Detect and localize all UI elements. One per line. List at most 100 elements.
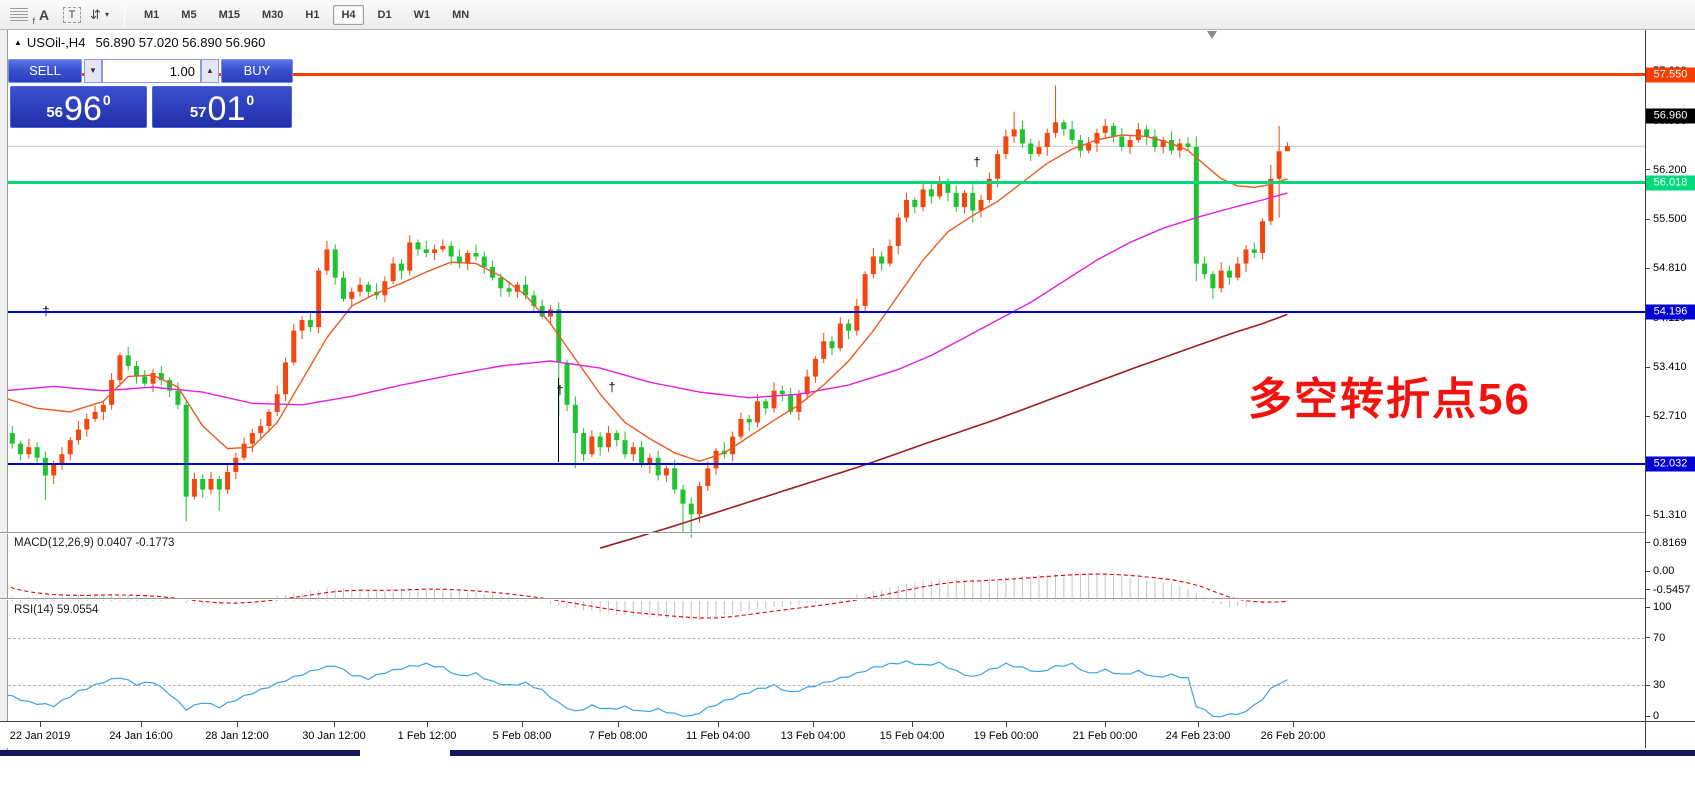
time-tick xyxy=(912,722,913,727)
macd-signal-layer xyxy=(4,574,1287,618)
time-tick xyxy=(618,722,619,727)
buy-price-display[interactable]: 57010 xyxy=(152,86,292,128)
time-tick-label: 30 Jan 12:00 xyxy=(302,730,366,742)
chevron-down-icon: ▾ xyxy=(105,10,110,19)
sell-price-big: 96 xyxy=(64,94,102,124)
time-tick xyxy=(522,722,523,727)
price-tick xyxy=(1646,219,1650,220)
tf-button-w1[interactable]: W1 xyxy=(406,5,439,25)
time-tick xyxy=(1198,722,1199,727)
price-tick-label: 52.710 xyxy=(1653,410,1687,422)
buy-button[interactable]: BUY xyxy=(221,59,293,83)
macd-axis-label: -0.5457 xyxy=(1653,584,1690,596)
pane-separator-macd[interactable] xyxy=(0,532,1695,534)
chart-annotation-text[interactable]: 多空转折点56 xyxy=(1248,363,1531,427)
tf-button-m1[interactable]: M1 xyxy=(136,5,167,25)
price-tick-label: 55.500 xyxy=(1653,213,1687,225)
volume-decrease-button[interactable]: ▼ xyxy=(84,59,102,83)
text-label-box: T xyxy=(63,7,81,23)
symbol-title: USOil-,H4 xyxy=(27,35,86,50)
price-axis[interactable]: 57.60056.90056.20055.50054.81054.11053.4… xyxy=(1646,30,1695,748)
time-tick-label: 15 Feb 04:00 xyxy=(880,730,945,742)
tf-button-m5[interactable]: M5 xyxy=(173,5,204,25)
volume-input[interactable] xyxy=(102,59,201,83)
price-tick xyxy=(1646,268,1650,269)
tf-button-d1[interactable]: D1 xyxy=(370,5,400,25)
price-badge-56.018: 56.018 xyxy=(1646,175,1695,190)
rsi-level-30 xyxy=(8,685,1645,686)
tf-button-h4-active[interactable]: H4 xyxy=(333,5,363,25)
time-tick xyxy=(1006,722,1007,727)
pane-separator-rsi[interactable] xyxy=(0,598,1695,600)
buy-price-big: 01 xyxy=(208,94,246,124)
indicator-grid-letter: f xyxy=(32,16,35,26)
time-tick-label: 1 Feb 12:00 xyxy=(398,730,457,742)
time-tick xyxy=(40,722,41,727)
rsi-tick xyxy=(1646,716,1650,717)
sell-button[interactable]: SELL xyxy=(8,59,82,83)
time-axis[interactable]: 22 Jan 201924 Jan 16:0028 Jan 12:0030 Ja… xyxy=(0,722,1695,748)
time-tick-label: 7 Feb 08:00 xyxy=(589,730,648,742)
time-tick-label: 28 Jan 12:00 xyxy=(205,730,269,742)
arrow-mark-object[interactable]: † xyxy=(973,155,980,170)
rsi-label: RSI(14) 59.0554 xyxy=(14,604,98,616)
macd-tick xyxy=(1646,589,1650,590)
rsi-axis-label: 100 xyxy=(1653,601,1671,613)
one-click-trade-panel: SELL ▼ ▲ BUY 56960 57010 xyxy=(8,59,293,129)
price-badge-54.196: 54.196 xyxy=(1646,304,1695,319)
macd-tick xyxy=(1646,542,1650,543)
chart-header: ▲USOil-,H456.890 57.020 56.890 56.960 xyxy=(14,35,265,50)
time-tick-label: 11 Feb 04:00 xyxy=(686,730,750,742)
volume-increase-button[interactable]: ▲ xyxy=(201,59,219,83)
hline-object-56.018[interactable] xyxy=(8,181,1645,184)
sell-price-display[interactable]: 56960 xyxy=(10,86,147,128)
tf-button-h1[interactable]: H1 xyxy=(297,5,327,25)
window-left-frame xyxy=(0,30,8,756)
chart-shift-marker[interactable] xyxy=(1207,31,1217,39)
price-badge-57.550: 57.550 xyxy=(1646,67,1695,82)
time-tick xyxy=(237,722,238,727)
indicators-icon[interactable]: f xyxy=(2,4,28,26)
arrows-tool-icon[interactable]: ⇵ ▾ xyxy=(88,4,112,26)
hline-object-54.196[interactable] xyxy=(8,311,1645,313)
rsi-axis-label: 70 xyxy=(1653,632,1665,644)
sell-price-small: 56 xyxy=(46,104,63,121)
rsi-line-layer xyxy=(4,661,1287,717)
toolbar-separator xyxy=(124,4,125,26)
price-tick-label: 53.410 xyxy=(1653,361,1687,373)
time-tick-label: 26 Feb 20:00 xyxy=(1261,730,1326,742)
time-tick-label: 19 Feb 00:00 xyxy=(974,730,1039,742)
time-tick-label: 13 Feb 04:00 xyxy=(781,730,846,742)
rsi-tick xyxy=(1646,637,1650,638)
price-badge-56.960: 56.960 xyxy=(1646,109,1695,124)
arrow-mark-object[interactable]: † xyxy=(42,304,49,319)
price-tick-label: 56.200 xyxy=(1653,164,1687,176)
time-tick-label: 21 Feb 00:00 xyxy=(1073,730,1138,742)
time-axis-border xyxy=(0,721,1695,722)
price-axis-border xyxy=(1645,30,1646,748)
hline-object-52.032[interactable] xyxy=(8,463,1645,465)
macd-label: MACD(12,26,9) 0.0407 -0.1773 xyxy=(14,537,174,549)
time-tick-label: 22 Jan 2019 xyxy=(10,730,71,742)
rsi-level-70 xyxy=(8,638,1645,639)
buy-price-sup: 0 xyxy=(246,92,254,108)
time-tick xyxy=(141,722,142,727)
sell-price-sup: 0 xyxy=(103,92,111,108)
price-tick xyxy=(1646,169,1650,170)
buy-price-small: 57 xyxy=(190,104,207,121)
tab-strip-segment[interactable] xyxy=(450,750,1695,756)
tab-strip-segment[interactable] xyxy=(0,750,360,756)
time-tick-label: 5 Feb 08:00 xyxy=(493,730,552,742)
time-tick xyxy=(1293,722,1294,727)
arrow-mark-object[interactable]: † xyxy=(608,380,615,395)
tf-button-m30[interactable]: M30 xyxy=(254,5,291,25)
arrow-mark-object[interactable]: † xyxy=(556,383,563,398)
macd-axis-label: 0.8169 xyxy=(1653,537,1687,549)
tf-button-m15[interactable]: M15 xyxy=(211,5,248,25)
collapse-panel-icon[interactable]: ▲ xyxy=(14,38,22,47)
tf-button-mn[interactable]: MN xyxy=(444,5,477,25)
font-icon[interactable]: A xyxy=(32,4,56,26)
price-tick xyxy=(1646,515,1650,516)
time-tick xyxy=(334,722,335,727)
text-label-icon[interactable]: T xyxy=(60,4,84,26)
